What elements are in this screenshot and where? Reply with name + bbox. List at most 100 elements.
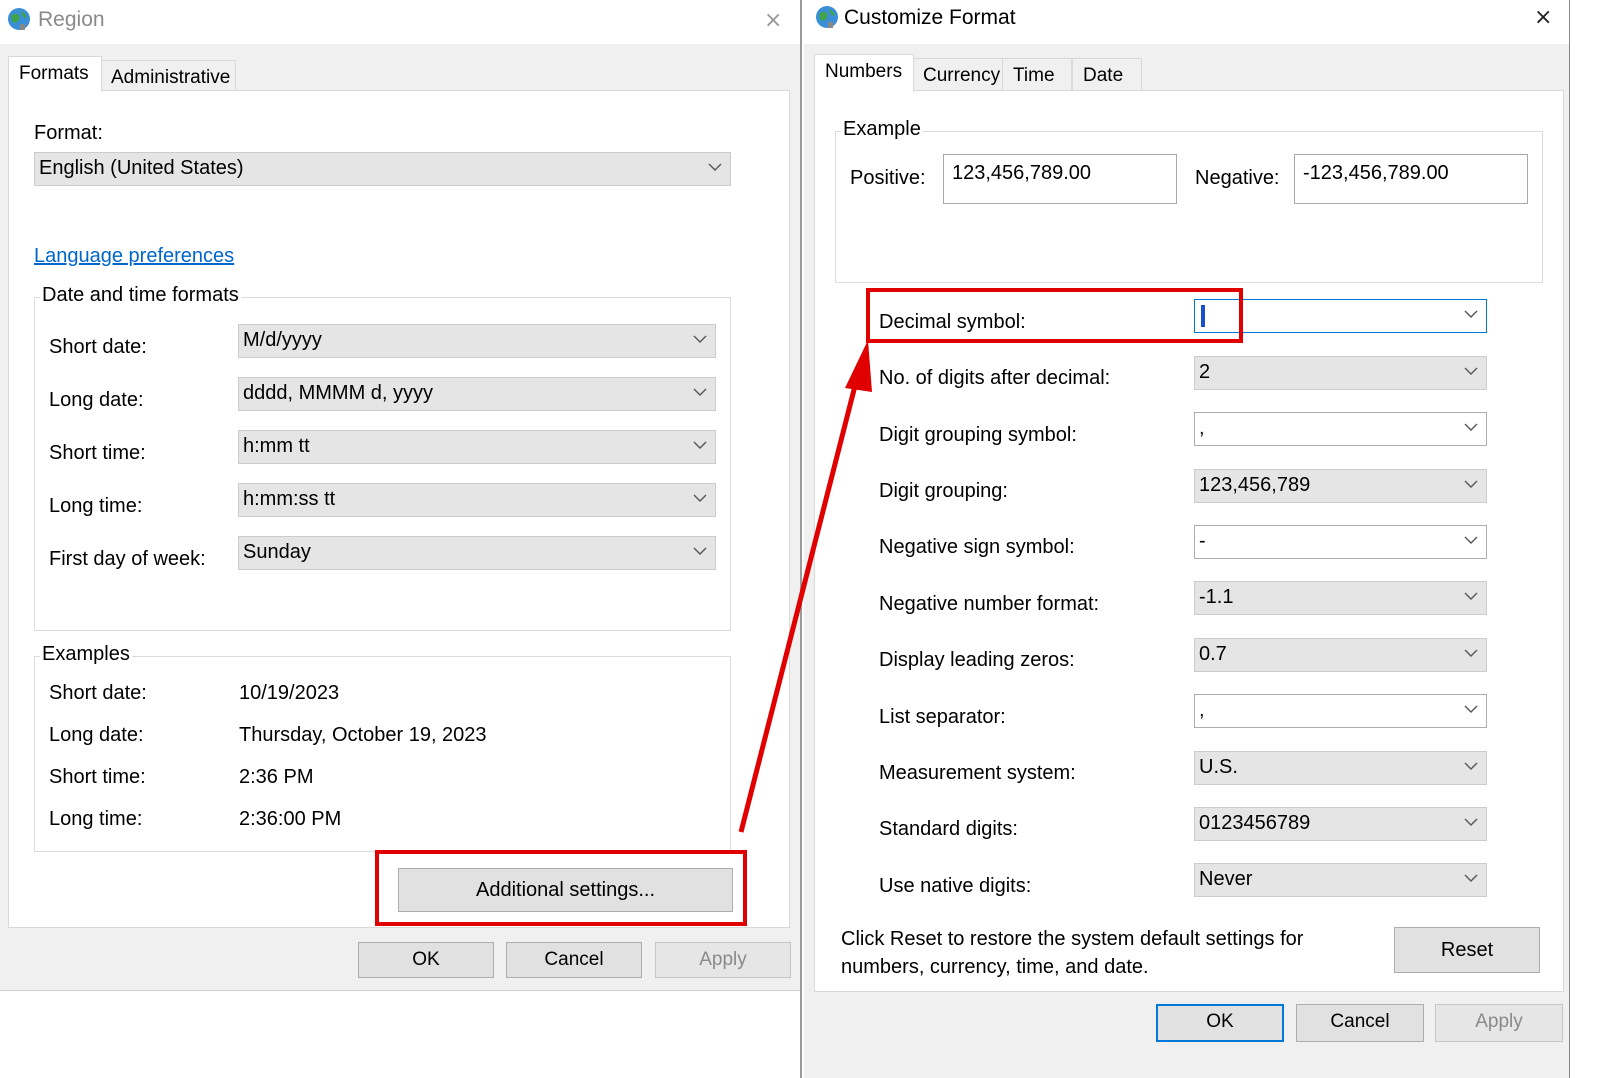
list-separator-value: , xyxy=(1199,699,1205,721)
use-native-digits-value: Never xyxy=(1199,868,1253,890)
numbers-panel: Example Positive: 123,456,789.00 Negativ… xyxy=(814,90,1564,992)
negative-label: Negative: xyxy=(1195,167,1280,189)
positive-label: Positive: xyxy=(850,167,926,189)
example-short-date-label: Short date: xyxy=(49,682,147,704)
standard-digits-value: 0123456789 xyxy=(1199,812,1311,834)
region-title: Region xyxy=(38,8,105,31)
chevron-down-icon xyxy=(1464,592,1478,600)
chevron-down-icon xyxy=(693,335,707,343)
long-time-select[interactable]: h:mm:ss tt xyxy=(238,483,716,517)
region-close-icon[interactable]: × xyxy=(764,8,782,33)
chevron-down-icon xyxy=(1464,480,1478,488)
chevron-down-icon xyxy=(1464,762,1478,770)
reset-button[interactable]: Reset xyxy=(1394,927,1540,973)
long-date-value: dddd, MMMM d, yyyy xyxy=(243,382,434,404)
region-ok-button[interactable]: OK xyxy=(358,942,494,978)
negative-number-format-label: Negative number format: xyxy=(879,593,1100,615)
customize-title: Customize Format xyxy=(844,6,1016,29)
short-time-value: h:mm tt xyxy=(243,435,310,457)
additional-settings-highlight xyxy=(375,850,747,926)
short-time-select[interactable]: h:mm tt xyxy=(238,430,716,464)
measurement-system-value: U.S. xyxy=(1199,756,1238,778)
example-title: Example xyxy=(841,118,923,141)
list-separator-label: List separator: xyxy=(879,706,1006,728)
customize-ok-button[interactable]: OK xyxy=(1156,1004,1284,1042)
chevron-down-icon xyxy=(1464,818,1478,826)
digit-grouping-symbol-select[interactable]: , xyxy=(1194,412,1487,446)
globe-icon xyxy=(8,8,30,30)
example-short-time-value: 2:36 PM xyxy=(239,766,314,788)
negative-number-format-select[interactable]: -1.1 xyxy=(1194,581,1487,615)
list-separator-select[interactable]: , xyxy=(1194,694,1487,728)
digit-grouping-select[interactable]: 123,456,789 xyxy=(1194,469,1487,503)
reset-note-line-2: numbers, currency, time, and date. xyxy=(841,956,1149,978)
display-leading-zeros-value: 0.7 xyxy=(1199,643,1227,665)
region-cancel-button[interactable]: Cancel xyxy=(506,942,642,978)
tab-formats[interactable]: Formats xyxy=(8,56,102,92)
example-long-time-value: 2:36:00 PM xyxy=(239,808,342,830)
chevron-down-icon xyxy=(693,494,707,502)
date-time-formats-title: Date and time formats xyxy=(40,284,241,307)
digits-after-decimal-select[interactable]: 2 xyxy=(1194,356,1487,390)
digits-after-decimal-label: No. of digits after decimal: xyxy=(879,367,1111,389)
display-leading-zeros-select[interactable]: 0.7 xyxy=(1194,638,1487,672)
negative-example-value: -123,456,789.00 xyxy=(1303,162,1449,184)
format-select[interactable]: English (United States) xyxy=(34,152,731,186)
example-long-date-label: Long date: xyxy=(49,724,144,746)
examples-title: Examples xyxy=(40,643,132,666)
short-date-value: M/d/yyyy xyxy=(243,329,322,351)
standard-digits-select[interactable]: 0123456789 xyxy=(1194,807,1487,841)
formats-panel: Format: English (United States) Language… xyxy=(8,90,790,928)
example-long-date-value: Thursday, October 19, 2023 xyxy=(239,724,487,746)
tab-numbers[interactable]: Numbers xyxy=(814,54,914,92)
short-date-select[interactable]: M/d/yyyy xyxy=(238,324,716,358)
customize-cancel-label: Cancel xyxy=(1330,1011,1390,1032)
digits-after-decimal-value: 2 xyxy=(1199,361,1211,383)
customize-titlebar: Customize Format × xyxy=(804,0,1569,44)
tab-currency[interactable]: Currency xyxy=(912,58,1004,93)
region-footer xyxy=(0,990,800,1078)
negative-sign-symbol-label: Negative sign symbol: xyxy=(879,536,1075,558)
negative-sign-symbol-value: - xyxy=(1199,530,1206,552)
customize-cancel-button[interactable]: Cancel xyxy=(1296,1004,1424,1042)
use-native-digits-select[interactable]: Never xyxy=(1194,863,1487,897)
measurement-system-select[interactable]: U.S. xyxy=(1194,751,1487,785)
language-preferences-link[interactable]: Language preferences xyxy=(34,245,234,268)
customize-format-window: Customize Format × Numbers Currency Time… xyxy=(804,0,1570,1078)
first-day-of-week-select[interactable]: Sunday xyxy=(238,536,716,570)
chevron-down-icon xyxy=(693,441,707,449)
short-date-label: Short date: xyxy=(49,336,147,358)
example-short-time-label: Short time: xyxy=(49,766,146,788)
first-day-of-week-value: Sunday xyxy=(243,541,311,563)
long-time-value: h:mm:ss tt xyxy=(243,488,336,510)
customize-apply-label: Apply xyxy=(1475,1011,1523,1032)
long-date-select[interactable]: dddd, MMMM d, yyyy xyxy=(238,377,716,411)
negative-example-field: -123,456,789.00 xyxy=(1294,154,1528,204)
chevron-down-icon xyxy=(1464,310,1478,318)
customize-ok-label: OK xyxy=(1206,1011,1234,1032)
chevron-down-icon xyxy=(708,163,722,171)
reset-label: Reset xyxy=(1440,939,1494,961)
tab-date-label: Date xyxy=(1083,65,1124,86)
format-label: Format: xyxy=(34,122,103,144)
region-apply-button[interactable]: Apply xyxy=(655,942,791,978)
customize-close-icon[interactable]: × xyxy=(1534,5,1552,30)
digit-grouping-symbol-value: , xyxy=(1199,417,1205,439)
format-select-value: English (United States) xyxy=(39,157,244,179)
short-time-label: Short time: xyxy=(49,442,146,464)
display-leading-zeros-label: Display leading zeros: xyxy=(879,649,1075,671)
customize-apply-button[interactable]: Apply xyxy=(1435,1004,1563,1042)
long-time-label: Long time: xyxy=(49,495,143,517)
negative-sign-symbol-select[interactable]: - xyxy=(1194,525,1487,559)
decimal-symbol-highlight xyxy=(866,288,1243,343)
positive-example-value: 123,456,789.00 xyxy=(952,162,1092,184)
tab-administrative-label: Administrative xyxy=(111,67,231,88)
tab-formats-label: Formats xyxy=(19,63,89,84)
positive-example-field: 123,456,789.00 xyxy=(943,154,1177,204)
chevron-down-icon xyxy=(1464,705,1478,713)
chevron-down-icon xyxy=(1464,423,1478,431)
example-short-date-value: 10/19/2023 xyxy=(239,682,340,704)
tab-time[interactable]: Time xyxy=(1002,58,1072,93)
tab-date[interactable]: Date xyxy=(1072,58,1142,93)
chevron-down-icon xyxy=(1464,536,1478,544)
